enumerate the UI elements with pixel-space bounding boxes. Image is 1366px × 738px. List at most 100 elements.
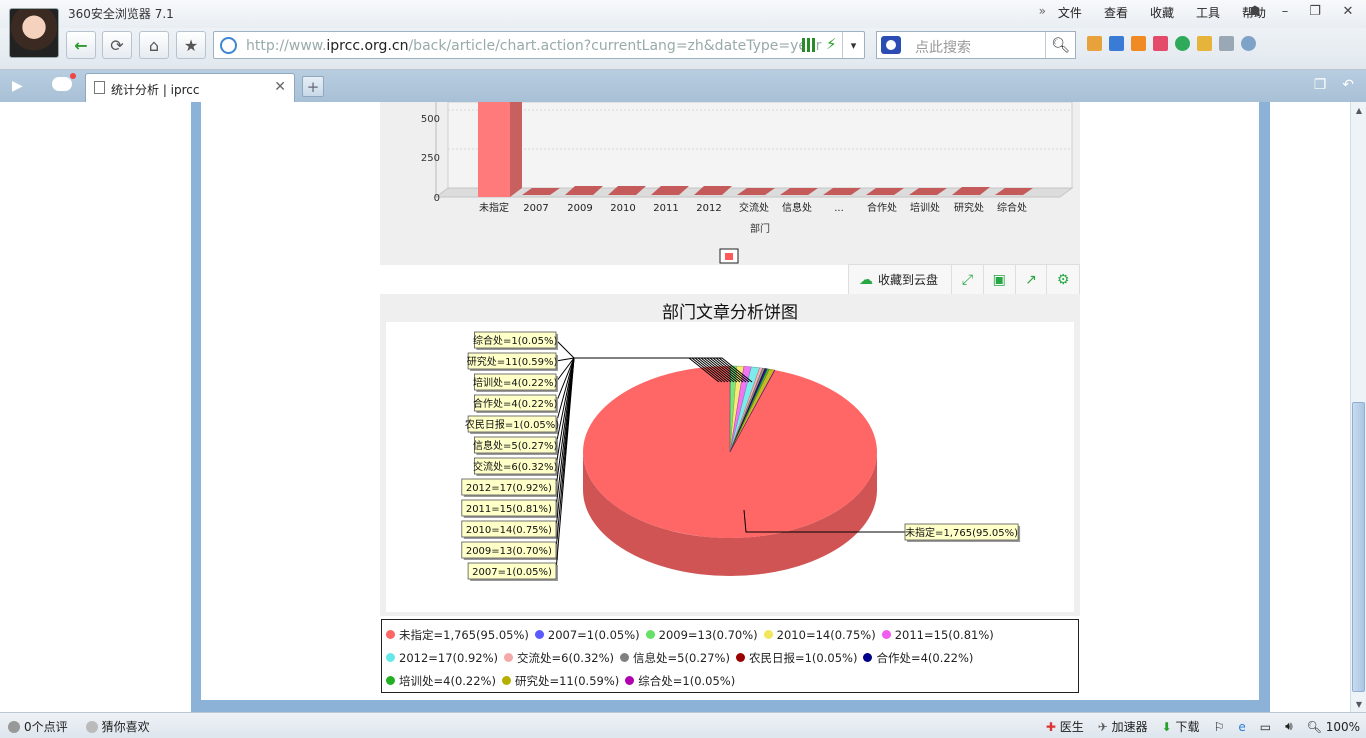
download-icon: ⬇ — [1161, 720, 1172, 734]
xtick-10: 培训处 — [910, 201, 940, 214]
menu-favorites[interactable]: 收藏 — [1150, 4, 1174, 21]
bar-unassigned-side — [510, 102, 522, 197]
home-button[interactable]: ⌂ — [139, 31, 169, 59]
tab-close-icon[interactable]: ✕ — [274, 79, 286, 95]
screenshot-icon[interactable] — [1219, 36, 1234, 51]
new-tab-button[interactable]: + — [302, 76, 324, 97]
qrcode-icon[interactable] — [802, 38, 816, 52]
accelerator-button[interactable]: ✈ 加速器 — [1098, 718, 1148, 735]
legend-label: 农民日报=1(0.05%) — [748, 650, 858, 665]
pie-label-text-7: 信息处=5(0.27%) — [473, 439, 557, 452]
back-button[interactable]: ← — [66, 31, 96, 59]
tab-active[interactable]: 统计分析 | iprcc ✕ — [85, 73, 295, 102]
ie-icon[interactable]: e — [1238, 720, 1245, 734]
skin-icon[interactable]: ☗ — [1240, 0, 1270, 22]
speed-mode-icon[interactable]: ⚡ — [826, 35, 837, 53]
url-dropdown-icon[interactable]: ▾ — [842, 32, 864, 58]
share-icon[interactable]: ↗ — [1016, 265, 1048, 294]
scroll-up-icon[interactable]: ▲ — [1351, 102, 1366, 118]
search-box[interactable]: 点此搜索 🔍︎ — [876, 31, 1076, 59]
legend-item-8[interactable]: 农民日报=1(0.05%) — [735, 646, 858, 669]
sidebar-toggle-icon[interactable]: ▶ — [12, 78, 23, 94]
legend-item-10[interactable]: 培训处=4(0.22%) — [386, 669, 496, 692]
save-to-cloud-button[interactable]: ☁ 收藏到云盘 — [849, 265, 953, 294]
shield-icon[interactable] — [1175, 36, 1190, 51]
legend-dot-icon — [625, 676, 635, 685]
legend-item-11[interactable]: 研究处=11(0.59%) — [501, 669, 619, 692]
pie-label-text-12: 综合处=1(0.05%) — [473, 334, 557, 347]
menu-view[interactable]: 查看 — [1104, 4, 1128, 21]
rocket-icon: ✈ — [1097, 720, 1108, 734]
weibo-icon[interactable] — [1153, 36, 1168, 51]
legend-dot-icon — [645, 630, 655, 639]
window-icon[interactable]: ▭ — [1260, 720, 1271, 734]
user-avatar[interactable] — [9, 8, 59, 58]
save-icon[interactable]: ▣ — [984, 265, 1016, 294]
pie-label-text-0: 未指定=1,765(95.05%) — [905, 526, 1018, 539]
game-icon[interactable] — [1197, 36, 1212, 51]
menu-tools[interactable]: 工具 — [1196, 4, 1220, 21]
status-bar: 0个点评 猜你喜欢 ✚ 医生 ✈ 加速器 ⬇ 下载 ⚐ e ▭ 🔊︎ 🔍︎ 10… — [0, 712, 1366, 738]
pie-label-text-1: 2007=1(0.05%) — [472, 567, 552, 578]
xtick-2: 2009 — [567, 203, 592, 214]
zoom-icon[interactable] — [1241, 36, 1256, 51]
legend-item-5[interactable]: 2012=17(0.92%) — [386, 646, 498, 669]
apps-icon[interactable] — [1087, 36, 1102, 51]
legend-item-7[interactable]: 信息处=5(0.27%) — [620, 646, 730, 669]
legend-item-3[interactable]: 2010=14(0.75%) — [763, 623, 876, 646]
scroll-down-icon[interactable]: ▼ — [1351, 696, 1366, 712]
doctor-icon: ✚ — [1045, 720, 1056, 734]
restore-button[interactable]: ❐ — [1300, 0, 1330, 22]
cloud-icon[interactable] — [52, 73, 76, 91]
legend-dot-icon — [620, 653, 630, 662]
legend-item-2[interactable]: 2009=13(0.70%) — [645, 623, 758, 646]
menu-file[interactable]: 文件 — [1058, 4, 1082, 21]
close-button[interactable]: ✕ — [1330, 0, 1366, 22]
legend-item-12[interactable]: 综合处=1(0.05%) — [625, 669, 735, 692]
guess-link[interactable]: 猜你喜欢 — [85, 718, 150, 735]
legend-item-4[interactable]: 2011=15(0.81%) — [881, 623, 994, 646]
legend-item-1[interactable]: 2007=1(0.05%) — [534, 623, 640, 646]
legend-label: 2012=17(0.92%) — [399, 650, 499, 665]
bar-legend-swatch — [725, 253, 733, 260]
pie-label-text-5: 2012=17(0.92%) — [466, 483, 552, 494]
translate-icon[interactable] — [1109, 36, 1124, 51]
address-bar[interactable]: http://www.iprcc.org.cn/back/article/cha… — [213, 31, 865, 59]
bar-chart: 500 250 0 未指定 2007 2009 2010 2011 2012 交… — [421, 102, 1074, 264]
tab-list-icon[interactable]: ❐ — [1314, 77, 1327, 93]
xtick-7: 信息处 — [782, 201, 812, 214]
scroll-thumb[interactable] — [1352, 402, 1365, 692]
search-icon[interactable]: 🔍︎ — [1045, 32, 1075, 58]
legend-dot-icon — [386, 676, 395, 685]
legend-dot-icon — [386, 653, 395, 662]
undo-close-icon[interactable]: ↶ — [1342, 77, 1354, 93]
download-button[interactable]: ⬇ 下载 — [1162, 718, 1200, 735]
pie-legend: 未指定=1,765(95.05%) 2007=1(0.05%) 2009=13(0.… — [381, 619, 1079, 693]
flight-icon[interactable] — [1131, 36, 1146, 51]
vertical-scrollbar[interactable]: ▲ ▼ — [1350, 102, 1366, 712]
legend-item-6[interactable]: 交流处=6(0.32%) — [504, 646, 614, 669]
search-engine-icon[interactable] — [881, 36, 901, 54]
pie-label-text-11: 研究处=11(0.59%) — [467, 355, 558, 368]
pie-title: 部门文章分析饼图 — [662, 303, 798, 323]
legend-label: 2009=13(0.70%) — [658, 627, 758, 642]
settings-gear-icon[interactable]: ⚙ — [1047, 265, 1079, 294]
flag-icon[interactable]: ⚐ — [1214, 720, 1225, 734]
url-text[interactable]: http://www.iprcc.org.cn/back/article/cha… — [246, 38, 821, 54]
refresh-button[interactable]: ⟳ — [102, 31, 132, 59]
comments-link[interactable]: 0个点评 — [8, 718, 68, 735]
favorite-button[interactable]: ★ — [176, 31, 206, 59]
legend-item-0[interactable]: 未指定=1,765(95.05%) — [386, 623, 529, 646]
doctor-button[interactable]: ✚ 医生 — [1046, 718, 1084, 735]
legend-item-9[interactable]: 合作处=4(0.22%) — [863, 646, 973, 669]
pie-label-text-2: 2009=13(0.70%) — [466, 546, 552, 557]
zoom-level[interactable]: 🔍︎ 100% — [1307, 720, 1360, 734]
search-input[interactable]: 点此搜索 — [915, 37, 971, 57]
minimize-button[interactable]: – — [1270, 0, 1300, 22]
volume-icon[interactable]: 🔊︎ — [1285, 719, 1293, 734]
cloud-outline-icon: ☁ — [859, 271, 873, 288]
xtick-1: 2007 — [523, 203, 548, 214]
menu-more-icon[interactable]: » — [1039, 4, 1046, 21]
xtick-12: 综合处 — [997, 201, 1027, 214]
fullscreen-icon[interactable]: ⤢ — [952, 265, 984, 294]
